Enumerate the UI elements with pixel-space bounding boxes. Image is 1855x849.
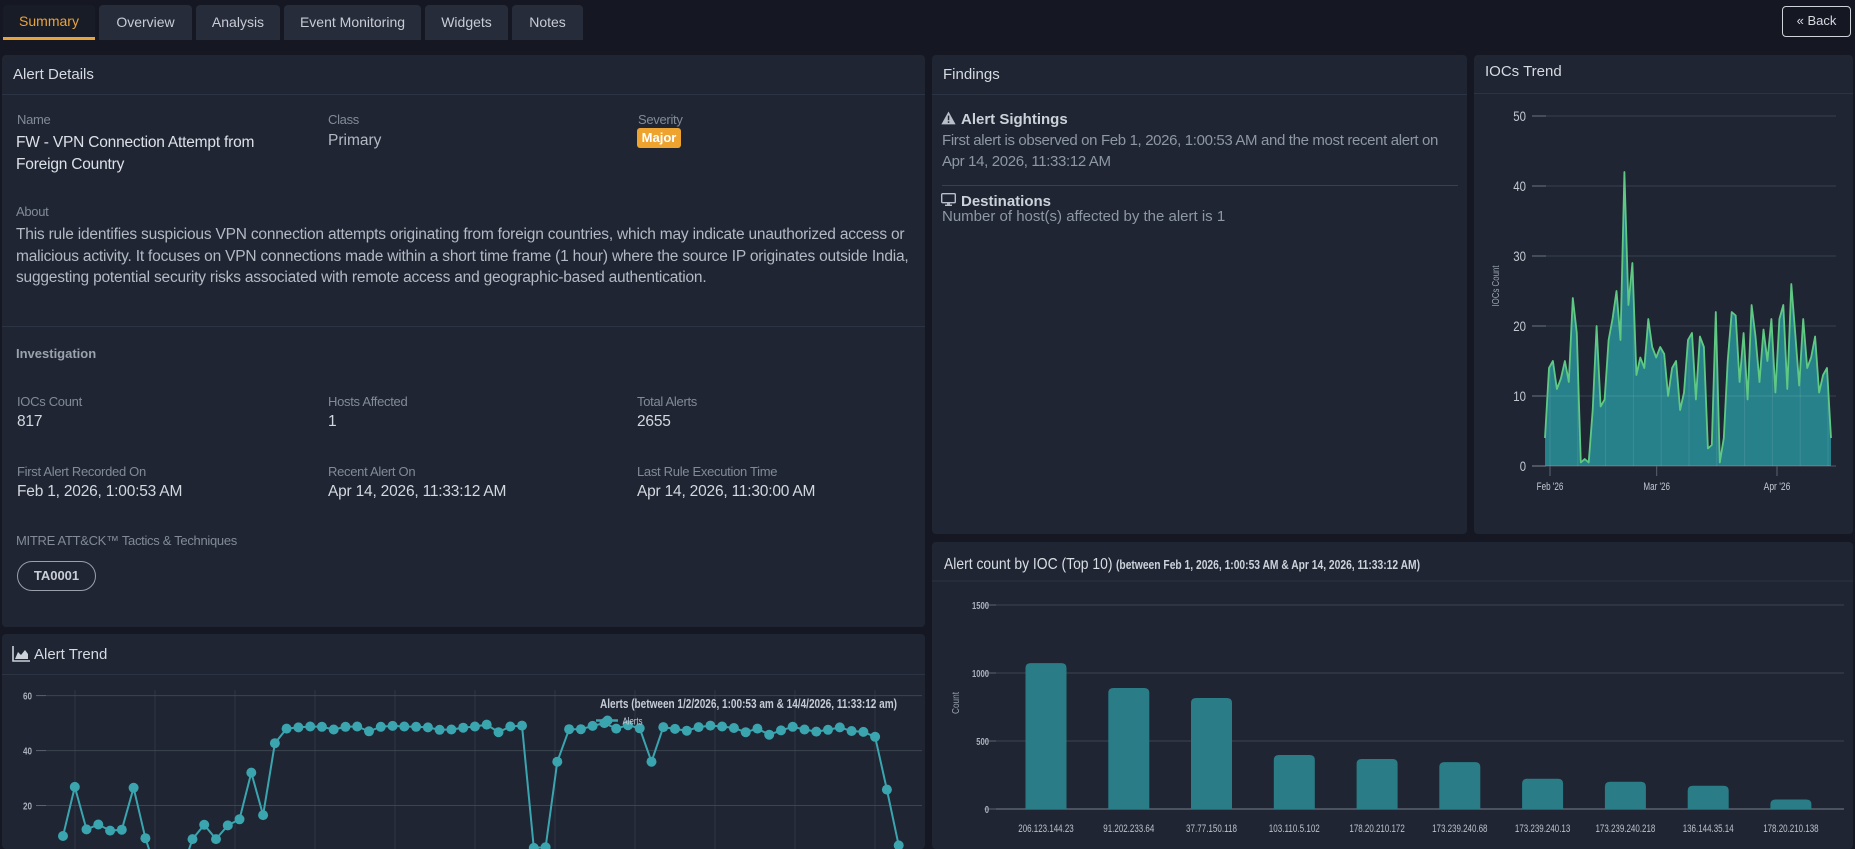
svg-text:Count: Count	[950, 692, 962, 714]
svg-text:20: 20	[1513, 318, 1526, 334]
svg-text:178.20.210.172: 178.20.210.172	[1349, 823, 1404, 835]
svg-text:206.123.144.23: 206.123.144.23	[1018, 823, 1073, 835]
svg-text:136.144.35.14: 136.144.35.14	[1683, 823, 1734, 835]
svg-text:Alerts (between 1/2/2026, 1:00: Alerts (between 1/2/2026, 1:00:53 am & 1…	[600, 696, 897, 711]
svg-text:Apr '26: Apr '26	[1764, 481, 1791, 493]
svg-text:20: 20	[23, 802, 32, 813]
svg-text:37.77.150.118: 37.77.150.118	[1186, 823, 1237, 835]
svg-text:IOCs Count: IOCs Count	[1490, 265, 1502, 306]
svg-text:0: 0	[1520, 458, 1526, 474]
svg-text:1000: 1000	[972, 668, 989, 680]
svg-text:Feb '26: Feb '26	[1537, 481, 1564, 493]
svg-text:Mar '26: Mar '26	[1643, 481, 1670, 493]
svg-text:0: 0	[985, 804, 989, 816]
svg-text:30: 30	[1513, 248, 1526, 264]
svg-text:178.20.210.138: 178.20.210.138	[1763, 823, 1818, 835]
svg-text:Alerts: Alerts	[623, 716, 643, 728]
svg-text:50: 50	[1513, 108, 1526, 124]
svg-text:40: 40	[1513, 178, 1526, 194]
svg-text:Alert count by IOC (Top 10): Alert count by IOC (Top 10)	[944, 556, 1113, 573]
svg-text:10: 10	[1513, 388, 1526, 404]
svg-text:173.239.240.68: 173.239.240.68	[1432, 823, 1487, 835]
svg-text:173.239.240.13: 173.239.240.13	[1515, 823, 1570, 835]
svg-text:173.239.240.218: 173.239.240.218	[1595, 823, 1655, 835]
svg-text:1500: 1500	[972, 600, 989, 612]
svg-text:103.110.5.102: 103.110.5.102	[1269, 823, 1320, 835]
svg-text:500: 500	[976, 736, 989, 748]
svg-text:60: 60	[23, 692, 32, 703]
svg-text:40: 40	[23, 747, 32, 758]
svg-text:(between Feb 1, 2026, 1:00:53: (between Feb 1, 2026, 1:00:53 AM & Apr 1…	[1116, 557, 1420, 572]
svg-text:91.202.233.64: 91.202.233.64	[1103, 823, 1154, 835]
